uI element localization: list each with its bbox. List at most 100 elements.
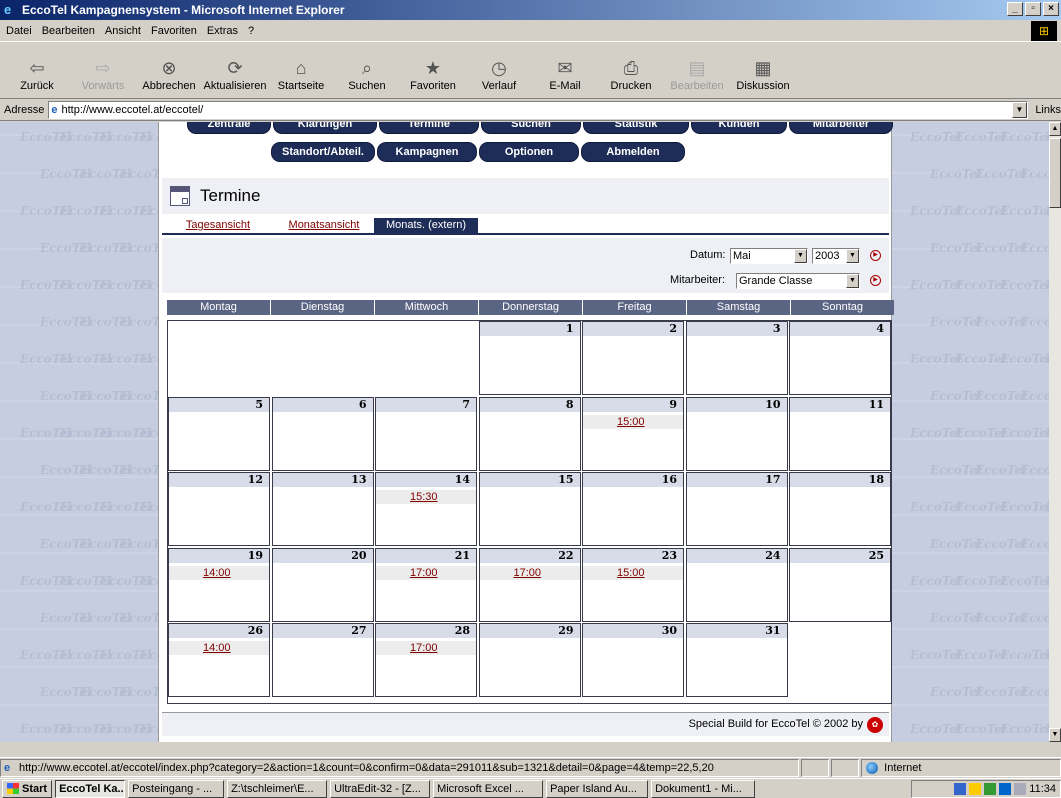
menu-bearbeiten[interactable]: Bearbeiten bbox=[42, 25, 95, 37]
appointment-link[interactable]: 17:00 bbox=[376, 641, 476, 655]
mitarbeiter-select[interactable]: Grande Classe ▼ bbox=[736, 273, 860, 289]
print-button[interactable]: ⎙ Drucken bbox=[602, 56, 660, 98]
calendar-day[interactable]: 17 bbox=[685, 472, 788, 546]
calendar-day[interactable]: 23 15:00 bbox=[582, 547, 684, 622]
tab-monats-extern[interactable]: Monats. (extern) bbox=[374, 218, 478, 233]
vertical-scrollbar[interactable]: ▲ ▼ bbox=[1049, 122, 1061, 742]
nav-standort[interactable]: Standort/Abteil. bbox=[271, 142, 375, 162]
nav-mitarbeiter[interactable]: Mitarbeiter bbox=[789, 122, 893, 134]
taskbar-task[interactable]: Paper Island Au... bbox=[546, 779, 649, 798]
month-select[interactable]: Mai ▼ bbox=[730, 248, 808, 264]
nav-abmelden[interactable]: Abmelden bbox=[581, 142, 685, 162]
calendar-day[interactable]: 20 bbox=[271, 547, 374, 622]
menu-favoriten[interactable]: Favoriten bbox=[151, 25, 197, 37]
go-date-icon[interactable]: ▶ bbox=[870, 250, 881, 261]
calendar-day[interactable]: 26 14:00 bbox=[168, 623, 270, 697]
scroll-thumb[interactable] bbox=[1049, 138, 1061, 208]
address-dropdown-icon[interactable]: ▼ bbox=[1011, 102, 1028, 118]
taskbar-task[interactable]: Z:\tschleimer\E... bbox=[227, 779, 328, 798]
clock[interactable]: 11:34 bbox=[1029, 783, 1056, 795]
calendar-day[interactable]: 10 bbox=[685, 396, 788, 471]
calendar-day[interactable]: 2 bbox=[582, 321, 684, 395]
calendar-day[interactable]: 14 15:30 bbox=[375, 472, 477, 546]
calendar-day[interactable]: 15 bbox=[478, 472, 581, 546]
menu-ansicht[interactable]: Ansicht bbox=[105, 25, 141, 37]
calendar-day[interactable]: 27 bbox=[271, 623, 374, 697]
appointment-link[interactable]: 15:00 bbox=[583, 565, 683, 580]
menu-help[interactable]: ? bbox=[248, 25, 254, 37]
calendar-day[interactable]: 30 bbox=[582, 623, 684, 697]
window-title-bar[interactable]: e EccoTel Kampagnensystem - Microsoft In… bbox=[0, 0, 1061, 20]
appointment-link[interactable]: 15:30 bbox=[376, 490, 476, 504]
nav-kampagnen[interactable]: Kampagnen bbox=[377, 142, 477, 162]
scroll-up-icon[interactable]: ▲ bbox=[1049, 122, 1061, 136]
nav-klaerungen[interactable]: Klärungen bbox=[273, 122, 377, 134]
mail-button[interactable]: ✉ E-Mail bbox=[536, 56, 594, 98]
maximize-button[interactable]: ▫ bbox=[1025, 2, 1041, 16]
calendar-day[interactable]: 3 bbox=[685, 321, 788, 395]
nav-kunden[interactable]: Kunden bbox=[691, 122, 787, 134]
calendar-day[interactable]: 31 bbox=[685, 623, 788, 697]
go-employee-icon[interactable]: ▶ bbox=[870, 275, 881, 286]
nav-optionen[interactable]: Optionen bbox=[479, 142, 579, 162]
close-button[interactable]: × bbox=[1043, 2, 1059, 16]
nav-termine[interactable]: Termine bbox=[379, 122, 479, 134]
calendar-day[interactable]: 25 bbox=[789, 547, 891, 622]
calendar-day[interactable]: 24 bbox=[685, 547, 788, 622]
calendar-day[interactable]: 9 15:00 bbox=[582, 396, 684, 471]
appointment-link[interactable]: 17:00 bbox=[479, 565, 580, 580]
tray-network-icon[interactable] bbox=[954, 783, 967, 795]
stop-button[interactable]: ⊗ Abbrechen bbox=[140, 56, 198, 98]
taskbar-task[interactable]: EccoTel Ka... bbox=[55, 779, 126, 798]
tray-help-icon[interactable] bbox=[969, 783, 982, 795]
calendar-day[interactable]: 5 bbox=[168, 396, 270, 471]
tray-text-icon[interactable] bbox=[999, 783, 1012, 795]
favorites-button[interactable]: ★ Favoriten bbox=[404, 56, 462, 98]
calendar-day[interactable]: 13 bbox=[271, 472, 374, 546]
menu-extras[interactable]: Extras bbox=[207, 25, 238, 37]
taskbar-task[interactable]: Posteingang - ... bbox=[128, 779, 225, 798]
calendar-day[interactable]: 18 bbox=[789, 472, 891, 546]
start-button[interactable]: Start bbox=[2, 779, 53, 798]
calendar-day[interactable]: 8 bbox=[478, 396, 581, 471]
calendar-day[interactable]: 22 17:00 bbox=[478, 547, 581, 622]
calendar-day[interactable]: 12 bbox=[168, 472, 270, 546]
home-button[interactable]: ⌂ Startseite bbox=[272, 56, 330, 98]
search-button[interactable]: ⌕ Suchen bbox=[338, 56, 396, 98]
scroll-down-icon[interactable]: ▼ bbox=[1049, 728, 1061, 742]
calendar-day[interactable]: 21 17:00 bbox=[375, 547, 477, 622]
appointment-link[interactable]: 15:00 bbox=[583, 414, 683, 429]
calendar-day[interactable]: 11 bbox=[789, 396, 891, 471]
calendar-day[interactable]: 4 bbox=[789, 321, 891, 395]
appointment-link[interactable]: 17:00 bbox=[376, 565, 476, 580]
refresh-button[interactable]: ⟳ Aktualisieren bbox=[204, 56, 267, 98]
calendar-day[interactable]: 7 bbox=[375, 396, 477, 471]
back-button[interactable]: ⇦ Zurück bbox=[8, 56, 66, 98]
history-button[interactable]: ◷ Verlauf bbox=[470, 56, 528, 98]
nav-suchen[interactable]: Suchen bbox=[481, 122, 581, 134]
links-button[interactable]: Links bbox=[1035, 104, 1061, 116]
minimize-button[interactable]: _ bbox=[1007, 2, 1023, 16]
appointment-link[interactable]: 14:00 bbox=[169, 565, 269, 580]
calendar-day[interactable]: 19 14:00 bbox=[168, 547, 270, 622]
year-select[interactable]: 2003 ▼ bbox=[812, 248, 860, 264]
nav-zentrale[interactable]: Zentrale bbox=[187, 122, 271, 134]
taskbar-task[interactable]: Microsoft Excel ... bbox=[433, 779, 544, 798]
calendar-day[interactable]: 6 bbox=[271, 396, 374, 471]
calendar-day[interactable]: 29 bbox=[478, 623, 581, 697]
tray-app-icon[interactable] bbox=[984, 783, 997, 795]
forward-button[interactable]: ⇨ Vorwärts bbox=[74, 56, 132, 98]
tab-monatsansicht[interactable]: Monatsansicht bbox=[274, 218, 374, 233]
nav-statistik[interactable]: Statistik bbox=[583, 122, 689, 134]
tab-tagesansicht[interactable]: Tagesansicht bbox=[162, 218, 274, 233]
address-input[interactable]: e http://www.eccotel.at/eccotel/ bbox=[48, 101, 1028, 119]
calendar-day[interactable]: 1 bbox=[478, 321, 581, 395]
tray-misc-icon[interactable] bbox=[1014, 783, 1027, 795]
taskbar-task[interactable]: Dokument1 - Mi... bbox=[651, 779, 756, 798]
calendar-day[interactable]: 28 17:00 bbox=[375, 623, 477, 697]
menu-datei[interactable]: Datei bbox=[6, 25, 32, 37]
edit-button[interactable]: ▤ Bearbeiten bbox=[668, 56, 726, 98]
taskbar-task[interactable]: UltraEdit-32 - [Z... bbox=[330, 779, 431, 798]
discuss-button[interactable]: ▦ Diskussion bbox=[734, 56, 792, 98]
calendar-day[interactable]: 16 bbox=[582, 472, 684, 546]
